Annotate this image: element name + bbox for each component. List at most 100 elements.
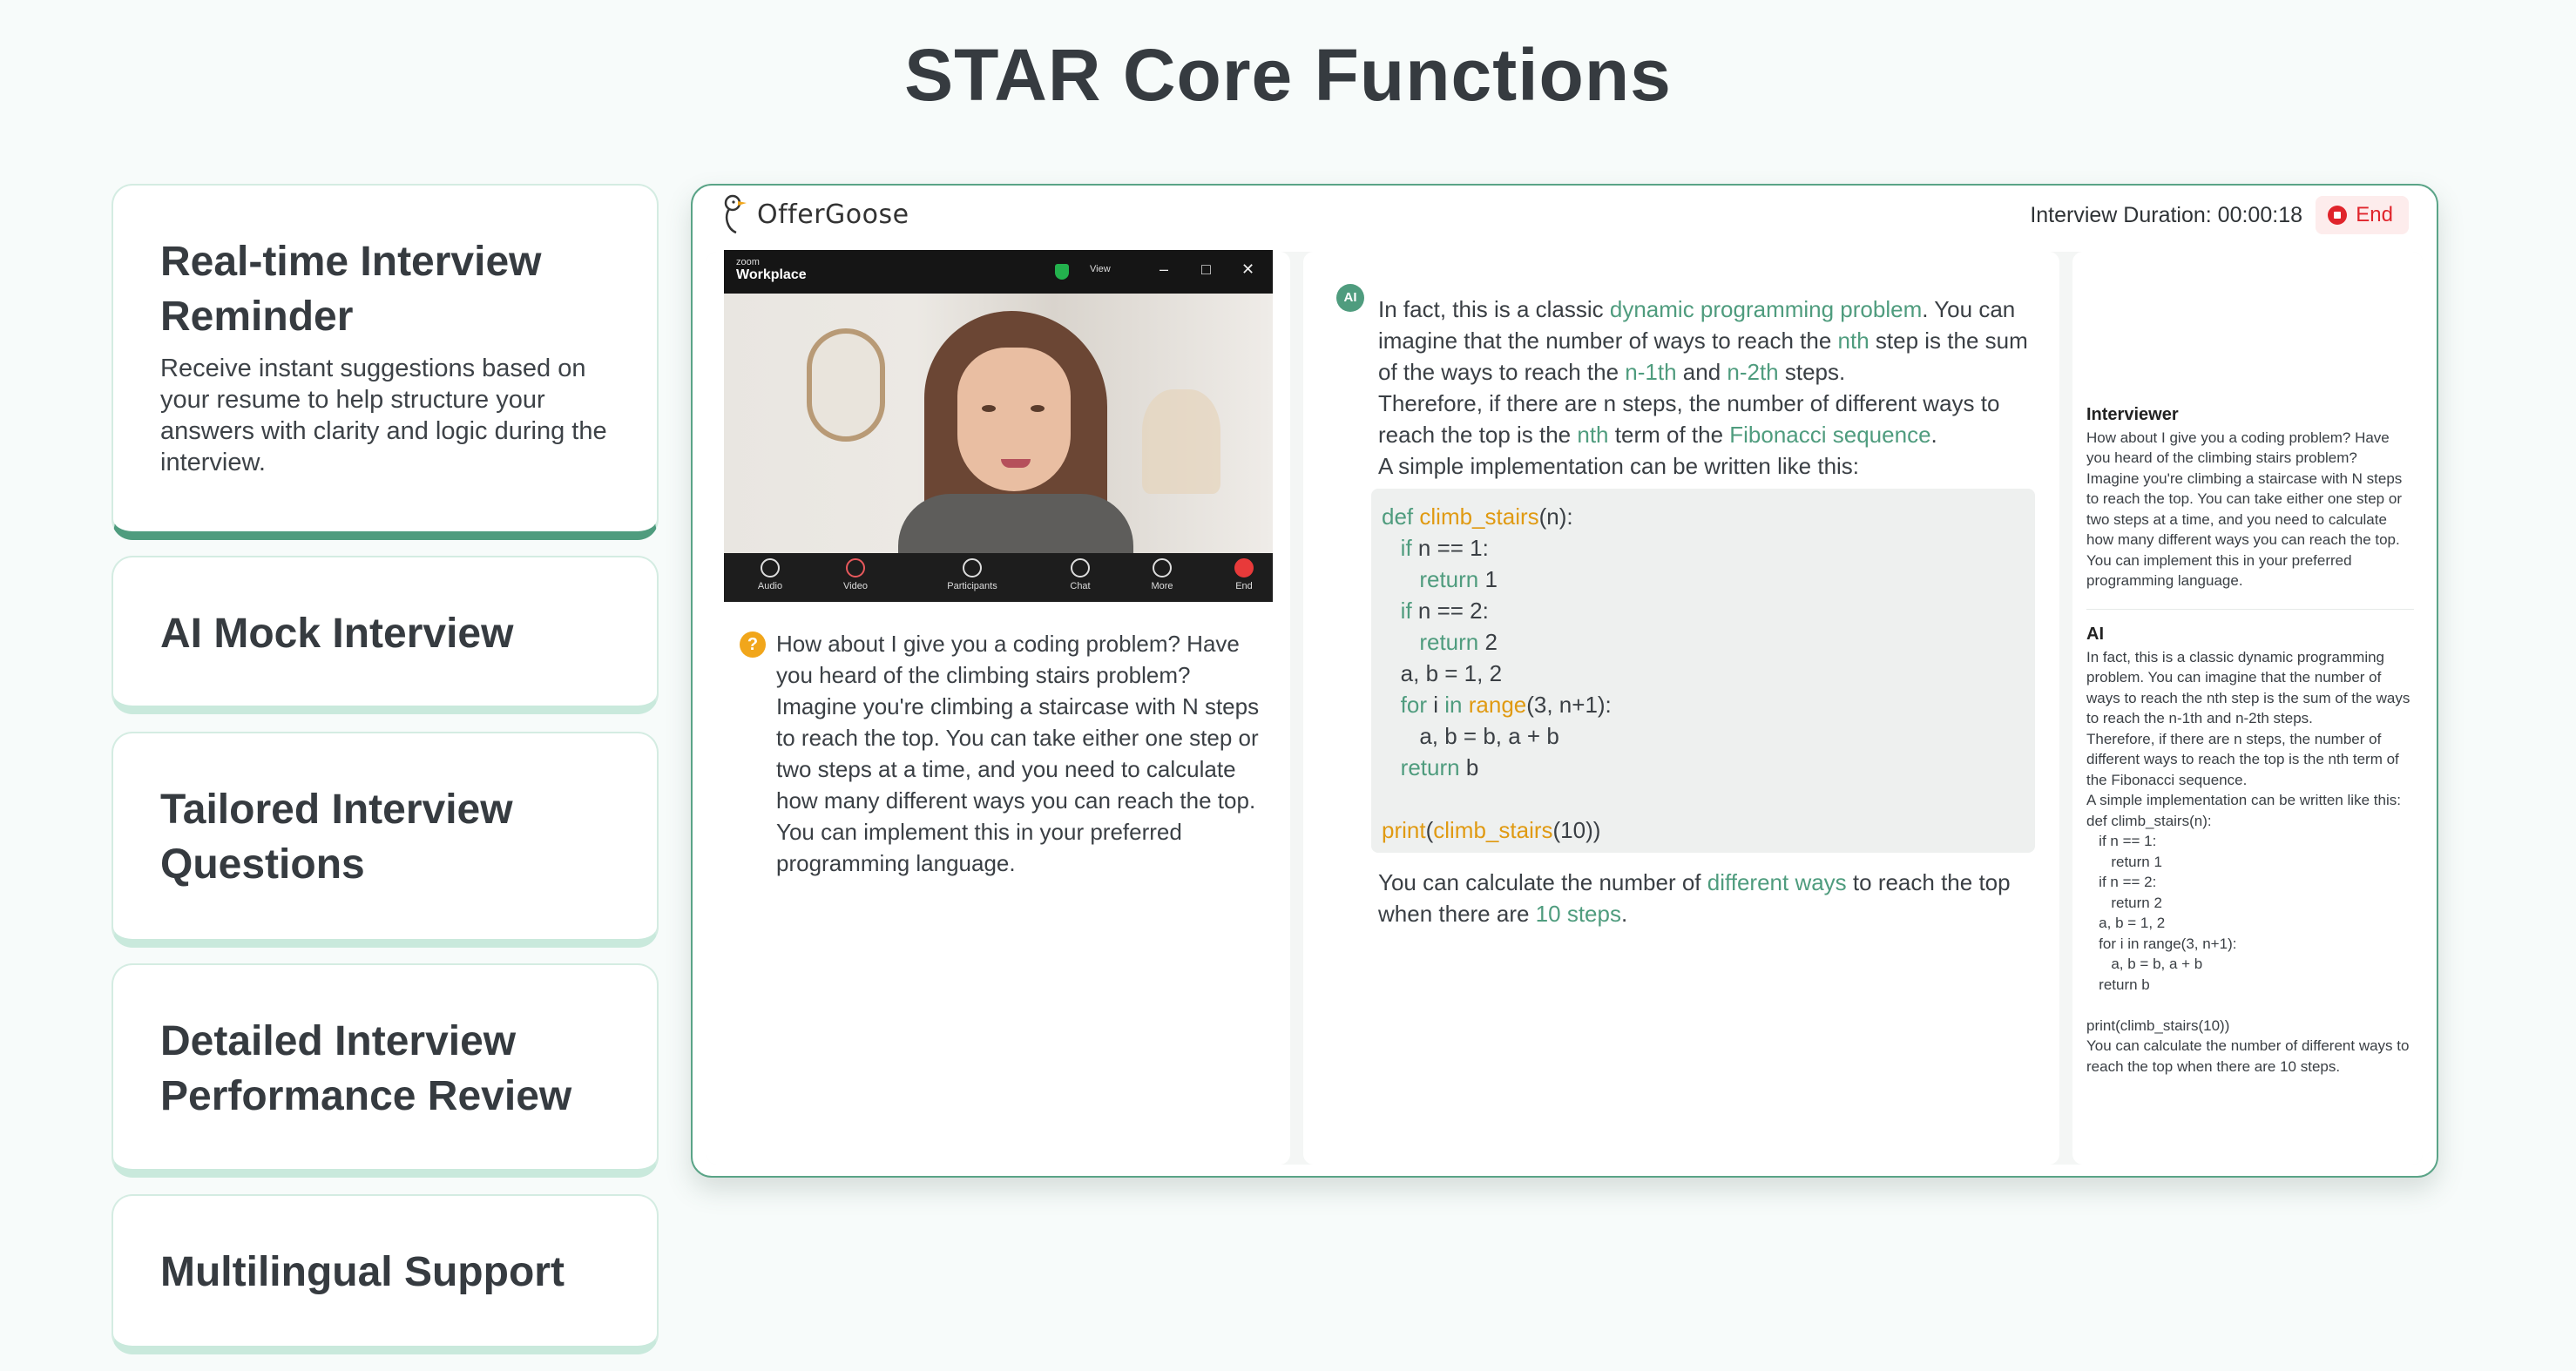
code-text: 2 bbox=[1478, 629, 1498, 655]
code-line: return 2 bbox=[1382, 626, 2025, 658]
question-icon: ? bbox=[740, 631, 766, 658]
answer-text: . bbox=[1620, 901, 1628, 927]
code-text: b bbox=[1459, 754, 1479, 780]
answer-text: and bbox=[1676, 359, 1727, 385]
zoom-chat-button[interactable]: Chat bbox=[1041, 558, 1119, 591]
zoom-brand-name: Workplace bbox=[736, 267, 807, 282]
end-call-icon bbox=[1234, 558, 1254, 577]
code-function: print bbox=[1382, 817, 1426, 843]
answer-highlight: n-1th bbox=[1625, 359, 1677, 385]
answer-text: term of the bbox=[1608, 422, 1730, 448]
code-keyword: return bbox=[1419, 566, 1479, 592]
zoom-brand-small: zoom bbox=[736, 257, 760, 267]
end-button-label: End bbox=[2356, 203, 2393, 226]
answer-text: You can calculate the number of bbox=[1378, 869, 1707, 895]
code-text: ( bbox=[1425, 817, 1434, 843]
shield-icon bbox=[1055, 264, 1069, 280]
zoom-toolbar-label: More bbox=[1151, 581, 1173, 591]
answer-highlight: different ways bbox=[1707, 869, 1847, 895]
answer-highlight: dynamic programming problem bbox=[1609, 296, 1923, 322]
transcript-ai: AI In fact, this is a classic dynamic pr… bbox=[2086, 625, 2412, 1077]
interviewer-video bbox=[724, 294, 1273, 553]
zoom-toolbar-label: Participants bbox=[947, 581, 997, 591]
video-question-panel: zoom Workplace View – □ ✕ Audio Video Pa… bbox=[707, 250, 1290, 1165]
participants-icon bbox=[963, 558, 982, 577]
code-text: a, b = b, a + b bbox=[1419, 723, 1559, 749]
video-off-icon bbox=[846, 558, 865, 577]
feature-title: AI Mock Interview bbox=[160, 611, 514, 657]
person-eye-right bbox=[1031, 405, 1045, 412]
ai-answer-conclusion: You can calculate the number of differen… bbox=[1378, 867, 2040, 929]
code-function: climb_stairs bbox=[1419, 503, 1539, 530]
code-text: i bbox=[1427, 692, 1445, 718]
transcript-text: In fact, this is a classic dynamic progr… bbox=[2086, 648, 2410, 809]
page-title: STAR Core Functions bbox=[904, 34, 1672, 116]
feature-card-tailored-questions[interactable]: Tailored Interview Questions bbox=[112, 732, 659, 948]
feature-card-multilingual[interactable]: Multilingual Support bbox=[112, 1194, 659, 1354]
feature-title: Real-time Interview Reminder bbox=[160, 239, 542, 340]
zoom-toolbar-label: Video bbox=[843, 581, 868, 591]
app-logo: OfferGoose bbox=[720, 194, 909, 234]
code-line: return b bbox=[1382, 752, 2025, 783]
app-content: zoom Workplace View – □ ✕ Audio Video Pa… bbox=[707, 250, 2423, 1165]
code-line: def climb_stairs(n): bbox=[1382, 501, 2025, 532]
code-line: if n == 2: bbox=[1382, 595, 2025, 626]
code-text: (10)) bbox=[1552, 817, 1601, 843]
feature-title: Detailed Interview Performance Review bbox=[160, 1018, 572, 1119]
zoom-toolbar-label: Chat bbox=[1070, 581, 1091, 591]
interview-duration: Interview Duration: 00:00:18 bbox=[2030, 203, 2302, 227]
question-text: How about I give you a coding problem? H… bbox=[776, 631, 1260, 876]
code-line: for i in range(3, n+1): bbox=[1382, 689, 2025, 720]
end-interview-button[interactable]: End bbox=[2316, 196, 2409, 234]
code-text: (n): bbox=[1538, 503, 1573, 530]
answer-highlight: Fibonacci sequence bbox=[1729, 422, 1931, 448]
code-keyword: in bbox=[1444, 692, 1463, 718]
ai-badge: AI bbox=[1336, 284, 1364, 312]
zoom-audio-button[interactable]: Audio bbox=[731, 558, 809, 591]
code-block: def climb_stairs(n): if n == 1: return 1… bbox=[1371, 489, 2035, 853]
zoom-toolbar-label: End bbox=[1235, 581, 1253, 591]
person-mouth bbox=[1001, 459, 1031, 468]
answer-highlight: n-2th bbox=[1727, 359, 1779, 385]
feature-card-performance-review[interactable]: Detailed Interview Performance Review bbox=[112, 963, 659, 1178]
ai-answer-panel: AI In fact, this is a classic dynamic pr… bbox=[1303, 252, 2059, 1165]
zoom-participants-button[interactable]: Participants bbox=[933, 558, 1011, 591]
maximize-icon[interactable]: □ bbox=[1201, 260, 1211, 279]
close-icon[interactable]: ✕ bbox=[1241, 260, 1254, 279]
answer-text: A simple implementation can be written l… bbox=[1378, 453, 1860, 479]
feature-title: Tailored Interview Questions bbox=[160, 787, 513, 888]
feature-title: Multilingual Support bbox=[160, 1249, 565, 1295]
app-window: OfferGoose Interview Duration: 00:00:18 … bbox=[691, 184, 2438, 1178]
zoom-view-button[interactable]: View bbox=[1090, 264, 1111, 274]
ai-answer-text: In fact, this is a classic dynamic progr… bbox=[1378, 294, 2040, 482]
chat-icon bbox=[1071, 558, 1090, 577]
person-face bbox=[957, 348, 1071, 491]
code-text: n == 2: bbox=[1411, 598, 1489, 624]
feature-description: Receive instant suggestions based on you… bbox=[160, 355, 607, 476]
code-text: (3, n+1): bbox=[1526, 692, 1612, 718]
transcript-panel: Interviewer How about I give you a codin… bbox=[2072, 252, 2423, 1165]
app-logo-text: OfferGoose bbox=[757, 199, 909, 230]
zoom-video-button[interactable]: Video bbox=[816, 558, 895, 591]
answer-text: . bbox=[1930, 422, 1937, 448]
transcript-text: You can calculate the number of differen… bbox=[2086, 1037, 2410, 1075]
zoom-end-button[interactable]: End bbox=[1205, 558, 1283, 591]
zoom-window: zoom Workplace View – □ ✕ Audio Video Pa… bbox=[724, 250, 1273, 602]
code-line: print(climb_stairs(10)) bbox=[1382, 814, 2025, 846]
background-mirror bbox=[807, 328, 885, 442]
zoom-more-button[interactable]: More bbox=[1123, 558, 1201, 591]
code-line: a, b = 1, 2 bbox=[1382, 658, 2025, 689]
person-shirt bbox=[898, 494, 1133, 553]
background-plant bbox=[1142, 389, 1220, 494]
transcript-speaker: Interviewer bbox=[2086, 405, 2179, 424]
minimize-icon[interactable]: – bbox=[1160, 260, 1168, 279]
code-line: if n == 1: bbox=[1382, 532, 2025, 564]
code-keyword: return bbox=[1419, 629, 1479, 655]
feature-card-realtime-reminder[interactable]: Real-time Interview Reminder Receive ins… bbox=[112, 184, 659, 540]
zoom-brand: zoom Workplace bbox=[736, 257, 807, 283]
code-function: climb_stairs bbox=[1433, 817, 1553, 843]
feature-card-ai-mock-interview[interactable]: AI Mock Interview bbox=[112, 556, 659, 714]
code-keyword: for bbox=[1400, 692, 1428, 718]
answer-text: steps. bbox=[1778, 359, 1846, 385]
